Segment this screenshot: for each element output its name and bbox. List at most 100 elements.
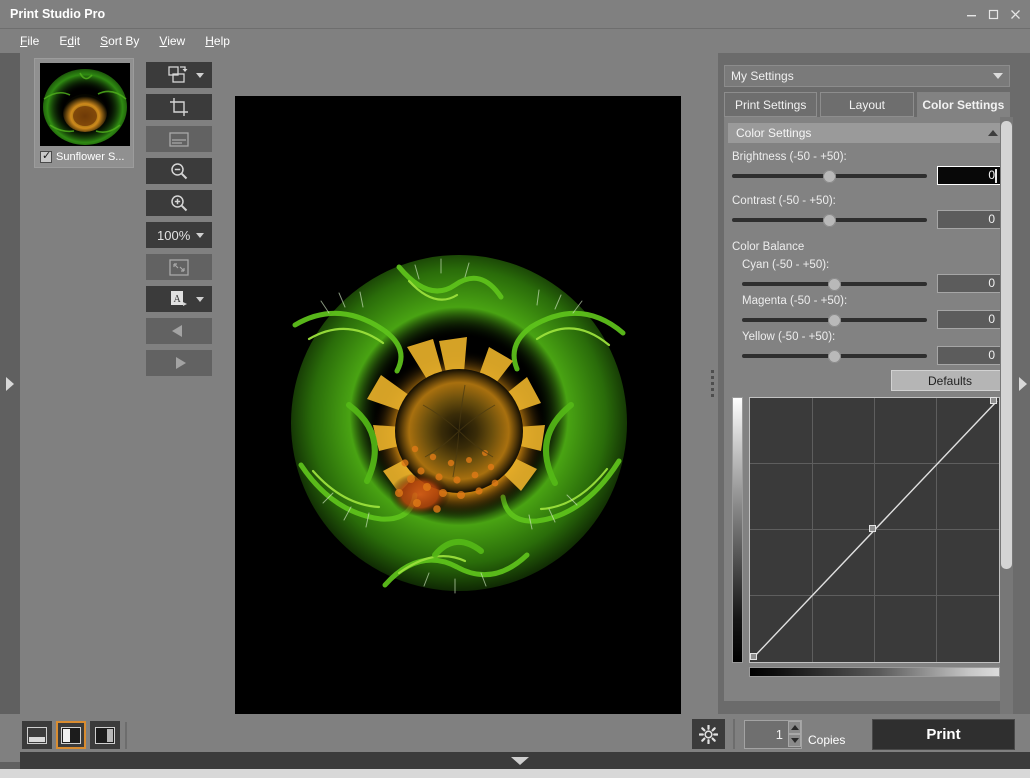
zoom-in-icon: [170, 194, 188, 212]
caret-up-icon: [791, 725, 799, 730]
brightness-label: Brightness (-50 - +50):: [732, 151, 1002, 163]
next-page-tool: [146, 350, 212, 376]
cyan-slider[interactable]: [742, 276, 927, 292]
orientation-tool[interactable]: A: [146, 286, 212, 312]
settings-scrollbar[interactable]: [1000, 117, 1013, 714]
brightness-slider-thumb[interactable]: [823, 170, 836, 183]
cyan-input[interactable]: 0: [937, 274, 1001, 293]
tab-layout[interactable]: Layout: [820, 92, 913, 117]
copies-increment-button[interactable]: [788, 721, 801, 734]
curve-point-mid[interactable]: [869, 525, 876, 532]
magenta-slider[interactable]: [742, 312, 927, 328]
menu-item-help[interactable]: Help: [195, 31, 240, 51]
zoom-level-label: 100%: [157, 228, 190, 243]
tab-print-settings[interactable]: Print Settings: [724, 92, 817, 117]
thumbnail-checkbox[interactable]: [40, 151, 52, 163]
title-bar: Print Studio Pro: [0, 0, 1030, 29]
crop-tool[interactable]: [146, 94, 212, 120]
defaults-button[interactable]: Defaults: [891, 370, 1009, 391]
left-panel-collapse-handle[interactable]: [0, 53, 20, 714]
yellow-slider[interactable]: [742, 348, 927, 364]
thumbnail-view-icon: [95, 727, 115, 744]
page-preview[interactable]: [235, 96, 681, 721]
chevron-down-icon: [511, 757, 529, 765]
preview-area[interactable]: [212, 53, 706, 714]
menu-item-file[interactable]: File: [10, 31, 49, 51]
tone-curve-area: [732, 395, 1000, 677]
yellow-label: Yellow (-50 - +50):: [742, 331, 1002, 343]
fit-to-window-tool: [146, 254, 212, 280]
chevron-down-icon: [196, 73, 204, 78]
thumbnail-view-button[interactable]: [90, 721, 120, 749]
close-icon[interactable]: [1004, 4, 1026, 24]
brightness-control: Brightness (-50 - +50): 0: [732, 151, 1002, 185]
photo-sunflower[interactable]: [289, 255, 629, 598]
thumbnail-row: Sunflower S...: [40, 148, 130, 165]
contrast-control: Contrast (-50 - +50): 0: [732, 195, 1002, 229]
rotate-flip-tool[interactable]: [146, 62, 212, 88]
zoom-out-tool[interactable]: [146, 158, 212, 184]
contrast-slider[interactable]: [732, 212, 927, 228]
spread-view-icon: [61, 727, 81, 744]
yellow-slider-thumb[interactable]: [828, 350, 841, 363]
menu-item-sort-by[interactable]: Sort By: [90, 31, 149, 51]
menu-item-edit[interactable]: Edit: [49, 31, 90, 51]
contrast-label: Contrast (-50 - +50):: [732, 195, 1002, 207]
page-layout-tool: [146, 126, 212, 152]
window-buttons: [960, 4, 1026, 24]
bottom-collapse-strip[interactable]: [20, 752, 1030, 769]
contrast-input[interactable]: 0: [937, 210, 1001, 229]
arrow-right-icon: [168, 356, 190, 370]
magenta-input[interactable]: 0: [937, 310, 1001, 329]
splitter-grip-icon: [711, 370, 714, 397]
magenta-label: Magenta (-50 - +50):: [742, 295, 1002, 307]
single-page-view-button[interactable]: [22, 721, 52, 749]
thumbnail-item[interactable]: Sunflower S...: [34, 58, 134, 168]
tone-curve-canvas[interactable]: [749, 397, 1000, 663]
minimize-icon[interactable]: [960, 4, 982, 24]
copies-decrement-button[interactable]: [788, 734, 801, 747]
rotate-icon: [168, 66, 190, 84]
fit-icon: [169, 259, 189, 276]
zoom-out-icon: [170, 162, 188, 180]
print-button[interactable]: Print: [872, 719, 1015, 750]
section-header-color-settings[interactable]: Color Settings: [728, 123, 1006, 143]
view-mode-group: [22, 721, 120, 749]
curve-point-black[interactable]: [750, 653, 757, 660]
panel-splitter[interactable]: [706, 53, 718, 714]
magenta-control: Magenta (-50 - +50): 0: [742, 295, 1002, 329]
settings-scrollbar-thumb[interactable]: [1001, 121, 1012, 569]
cyan-slider-thumb[interactable]: [828, 278, 841, 291]
copies-value[interactable]: 1: [745, 721, 787, 748]
spread-view-button[interactable]: [56, 721, 86, 749]
chevron-down-icon: [196, 297, 204, 302]
brightness-slider[interactable]: [732, 168, 927, 184]
tool-column: 100% A: [146, 62, 212, 382]
magenta-slider-thumb[interactable]: [828, 314, 841, 327]
orientation-icon: A: [169, 290, 189, 308]
svg-text:A: A: [174, 294, 182, 305]
curve-point-white[interactable]: [990, 397, 997, 404]
arrow-left-icon: [168, 324, 190, 338]
cyan-label: Cyan (-50 - +50):: [742, 259, 1002, 271]
previous-page-tool: [146, 318, 212, 344]
brightness-input[interactable]: 0: [937, 166, 1001, 185]
zoom-level-tool[interactable]: 100%: [146, 222, 212, 248]
right-panel-collapse-handle[interactable]: [1016, 53, 1030, 714]
thumbnail-label: Sunflower S...: [56, 151, 124, 163]
contrast-slider-thumb[interactable]: [823, 214, 836, 227]
preset-dropdown[interactable]: My Settings: [724, 65, 1010, 87]
print-settings-gear-button[interactable]: [692, 719, 725, 749]
maximize-icon[interactable]: [982, 4, 1004, 24]
tab-color-settings[interactable]: Color Settings: [917, 92, 1010, 117]
chevron-up-icon: [988, 130, 998, 136]
menu-bar: File Edit Sort By View Help: [0, 29, 1030, 53]
thumbnail-strip: Sunflower S...: [20, 53, 140, 714]
cyan-control: Cyan (-50 - +50): 0: [742, 259, 1002, 293]
single-page-view-icon: [27, 727, 47, 744]
zoom-in-tool[interactable]: [146, 190, 212, 216]
copies-stepper[interactable]: 1: [744, 720, 802, 749]
yellow-input[interactable]: 0: [937, 346, 1001, 365]
caret-down-icon: [791, 738, 799, 743]
menu-item-view[interactable]: View: [149, 31, 195, 51]
